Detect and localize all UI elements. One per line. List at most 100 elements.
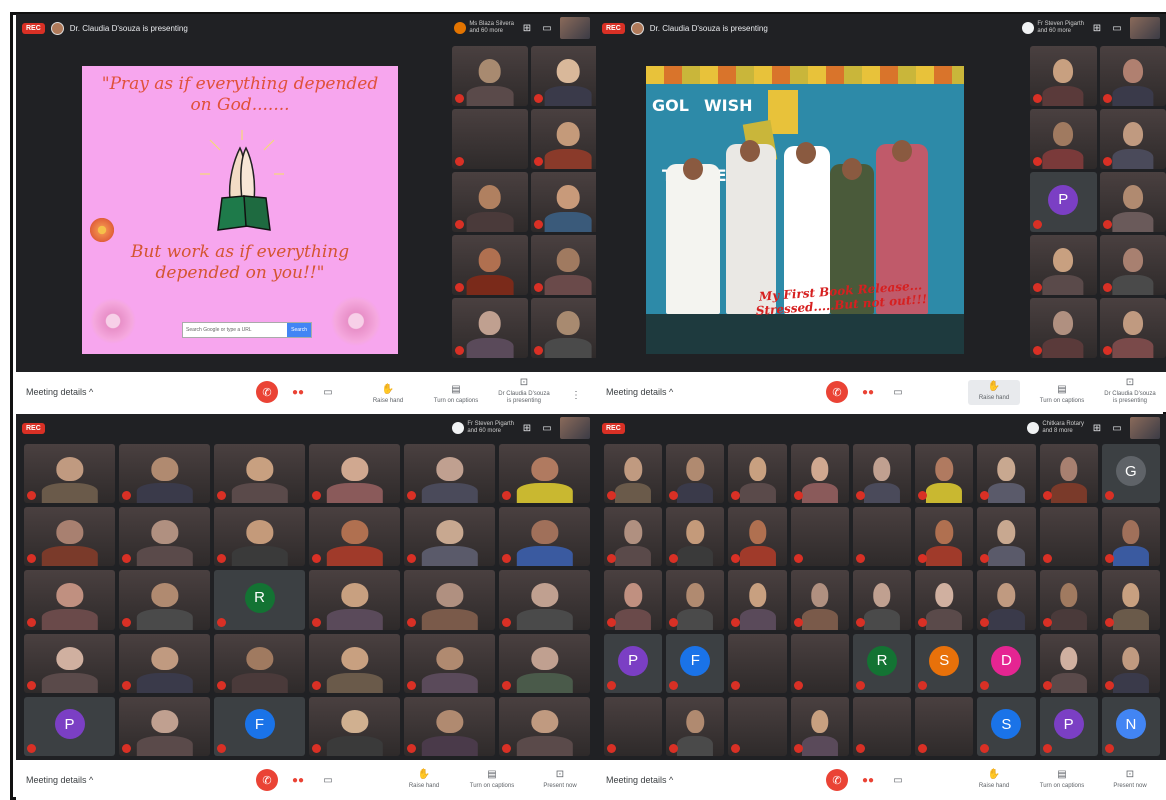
- end-call-button[interactable]: ✆: [826, 381, 848, 403]
- participant-tile[interactable]: [1039, 507, 1098, 567]
- participant-tile[interactable]: [728, 696, 787, 756]
- participant-tile[interactable]: [452, 235, 528, 295]
- layout-icon[interactable]: ⊞: [1090, 23, 1104, 34]
- meeting-details-button[interactable]: Meeting details ^: [606, 775, 776, 785]
- participant-tile[interactable]: [790, 696, 849, 756]
- participant-tile[interactable]: [1030, 298, 1097, 358]
- pinned-participant[interactable]: Ms Blaza Silvera and 60 more: [454, 21, 514, 35]
- participant-tile[interactable]: [530, 109, 596, 169]
- pinned-participant[interactable]: Chitkara Rotary and 8 more: [1027, 421, 1084, 435]
- raise-hand-button[interactable]: ✋ Raise hand: [398, 769, 450, 790]
- layout-icon[interactable]: ⊞: [520, 23, 534, 34]
- participant-tile[interactable]: [1030, 109, 1097, 169]
- pinned-participant[interactable]: Fr Steven Pigarth and 60 more: [452, 421, 514, 435]
- participant-tile[interactable]: S: [977, 696, 1036, 756]
- participant-tile[interactable]: [852, 570, 912, 630]
- raise-hand-button[interactable]: ✋ Raise hand: [968, 769, 1020, 790]
- participant-tile[interactable]: R: [852, 633, 912, 693]
- meeting-details-button[interactable]: Meeting details ^: [26, 387, 196, 397]
- participant-tile[interactable]: [452, 298, 528, 358]
- participant-tile[interactable]: P: [1030, 172, 1097, 232]
- participant-tile[interactable]: [728, 633, 787, 693]
- end-call-button[interactable]: ✆: [826, 769, 848, 791]
- participant-tile[interactable]: N: [1101, 696, 1160, 756]
- camera-toggle-button[interactable]: ▭: [888, 382, 908, 402]
- participant-tile[interactable]: [915, 444, 974, 504]
- camera-toggle-button[interactable]: ▭: [888, 770, 908, 790]
- raise-hand-button[interactable]: ✋ Raise hand: [362, 385, 414, 405]
- participant-tile[interactable]: [728, 570, 787, 630]
- participant-tile[interactable]: [530, 46, 596, 106]
- participant-tile[interactable]: [915, 507, 974, 567]
- participant-tile[interactable]: G: [1101, 444, 1160, 504]
- participant-tile[interactable]: [790, 444, 849, 504]
- participant-tile[interactable]: [915, 696, 974, 756]
- raise-hand-button[interactable]: ✋ Raise hand: [968, 380, 1020, 405]
- participant-tile[interactable]: [24, 570, 115, 630]
- participant-tile[interactable]: S: [915, 633, 974, 693]
- captions-button[interactable]: ▤ Turn on captions: [1036, 385, 1088, 405]
- participant-tile[interactable]: [119, 633, 210, 693]
- chat-icon[interactable]: ▭: [540, 23, 554, 34]
- captions-button[interactable]: ▤ Turn on captions: [466, 769, 518, 790]
- participant-tile[interactable]: P: [24, 696, 115, 756]
- participant-tile[interactable]: [666, 570, 725, 630]
- participant-tile[interactable]: [1101, 507, 1160, 567]
- self-view-thumbnail[interactable]: [560, 17, 590, 39]
- participant-tile[interactable]: D: [977, 633, 1036, 693]
- participant-tile[interactable]: [24, 633, 115, 693]
- participant-tile[interactable]: [1039, 633, 1098, 693]
- participant-tile[interactable]: [530, 298, 596, 358]
- participant-tile[interactable]: [404, 570, 495, 630]
- participant-tile[interactable]: [1099, 298, 1166, 358]
- participant-tile[interactable]: [604, 444, 663, 504]
- participant-tile[interactable]: [852, 696, 912, 756]
- participant-tile[interactable]: [452, 172, 528, 232]
- participant-tile[interactable]: [1099, 235, 1166, 295]
- layout-icon[interactable]: ⊞: [1090, 423, 1104, 434]
- meeting-details-button[interactable]: Meeting details ^: [606, 387, 776, 397]
- participant-tile[interactable]: [852, 444, 912, 504]
- participant-tile[interactable]: [790, 633, 849, 693]
- participant-tile[interactable]: [309, 570, 400, 630]
- chat-icon[interactable]: ▭: [540, 423, 554, 434]
- participant-tile[interactable]: [666, 444, 725, 504]
- participant-tile[interactable]: [530, 235, 596, 295]
- present-button[interactable]: ⊡ Dr Claudia D'souza is presenting: [1104, 378, 1156, 405]
- participant-tile[interactable]: [1030, 235, 1097, 295]
- participant-tile[interactable]: [1039, 444, 1098, 504]
- participant-tile[interactable]: [790, 507, 849, 567]
- participant-tile[interactable]: [119, 444, 210, 504]
- more-options-button[interactable]: ⋮: [566, 385, 586, 405]
- participant-tile[interactable]: [499, 570, 590, 630]
- camera-toggle-button[interactable]: ▭: [318, 382, 338, 402]
- participant-tile[interactable]: [1039, 570, 1098, 630]
- participant-tile[interactable]: [214, 633, 305, 693]
- participant-tile[interactable]: [852, 507, 912, 567]
- participant-tile[interactable]: [728, 444, 787, 504]
- participant-tile[interactable]: [309, 633, 400, 693]
- participant-tile[interactable]: [1099, 172, 1166, 232]
- participant-tile[interactable]: [1099, 46, 1166, 106]
- camera-toggle-button[interactable]: ▭: [318, 770, 338, 790]
- participant-tile[interactable]: [119, 696, 210, 756]
- participant-tile[interactable]: [499, 696, 590, 756]
- participant-tile[interactable]: [666, 507, 725, 567]
- participant-tile[interactable]: [119, 570, 210, 630]
- participant-tile[interactable]: [24, 444, 115, 504]
- layout-icon[interactable]: ⊞: [520, 423, 534, 434]
- participant-tile[interactable]: [499, 633, 590, 693]
- captions-button[interactable]: ▤ Turn on captions: [430, 385, 482, 405]
- end-call-button[interactable]: ✆: [256, 769, 278, 791]
- participant-tile[interactable]: [790, 570, 849, 630]
- end-call-button[interactable]: ✆: [256, 381, 278, 403]
- participant-tile[interactable]: [530, 172, 596, 232]
- mic-toggle-button[interactable]: ●●: [858, 382, 878, 402]
- meeting-details-button[interactable]: Meeting details ^: [26, 775, 196, 785]
- participant-tile[interactable]: P: [604, 633, 663, 693]
- participant-tile[interactable]: [214, 444, 305, 504]
- participant-tile[interactable]: [452, 46, 528, 106]
- chat-icon[interactable]: ▭: [1110, 23, 1124, 34]
- participant-tile[interactable]: F: [214, 696, 305, 756]
- participant-tile[interactable]: [404, 633, 495, 693]
